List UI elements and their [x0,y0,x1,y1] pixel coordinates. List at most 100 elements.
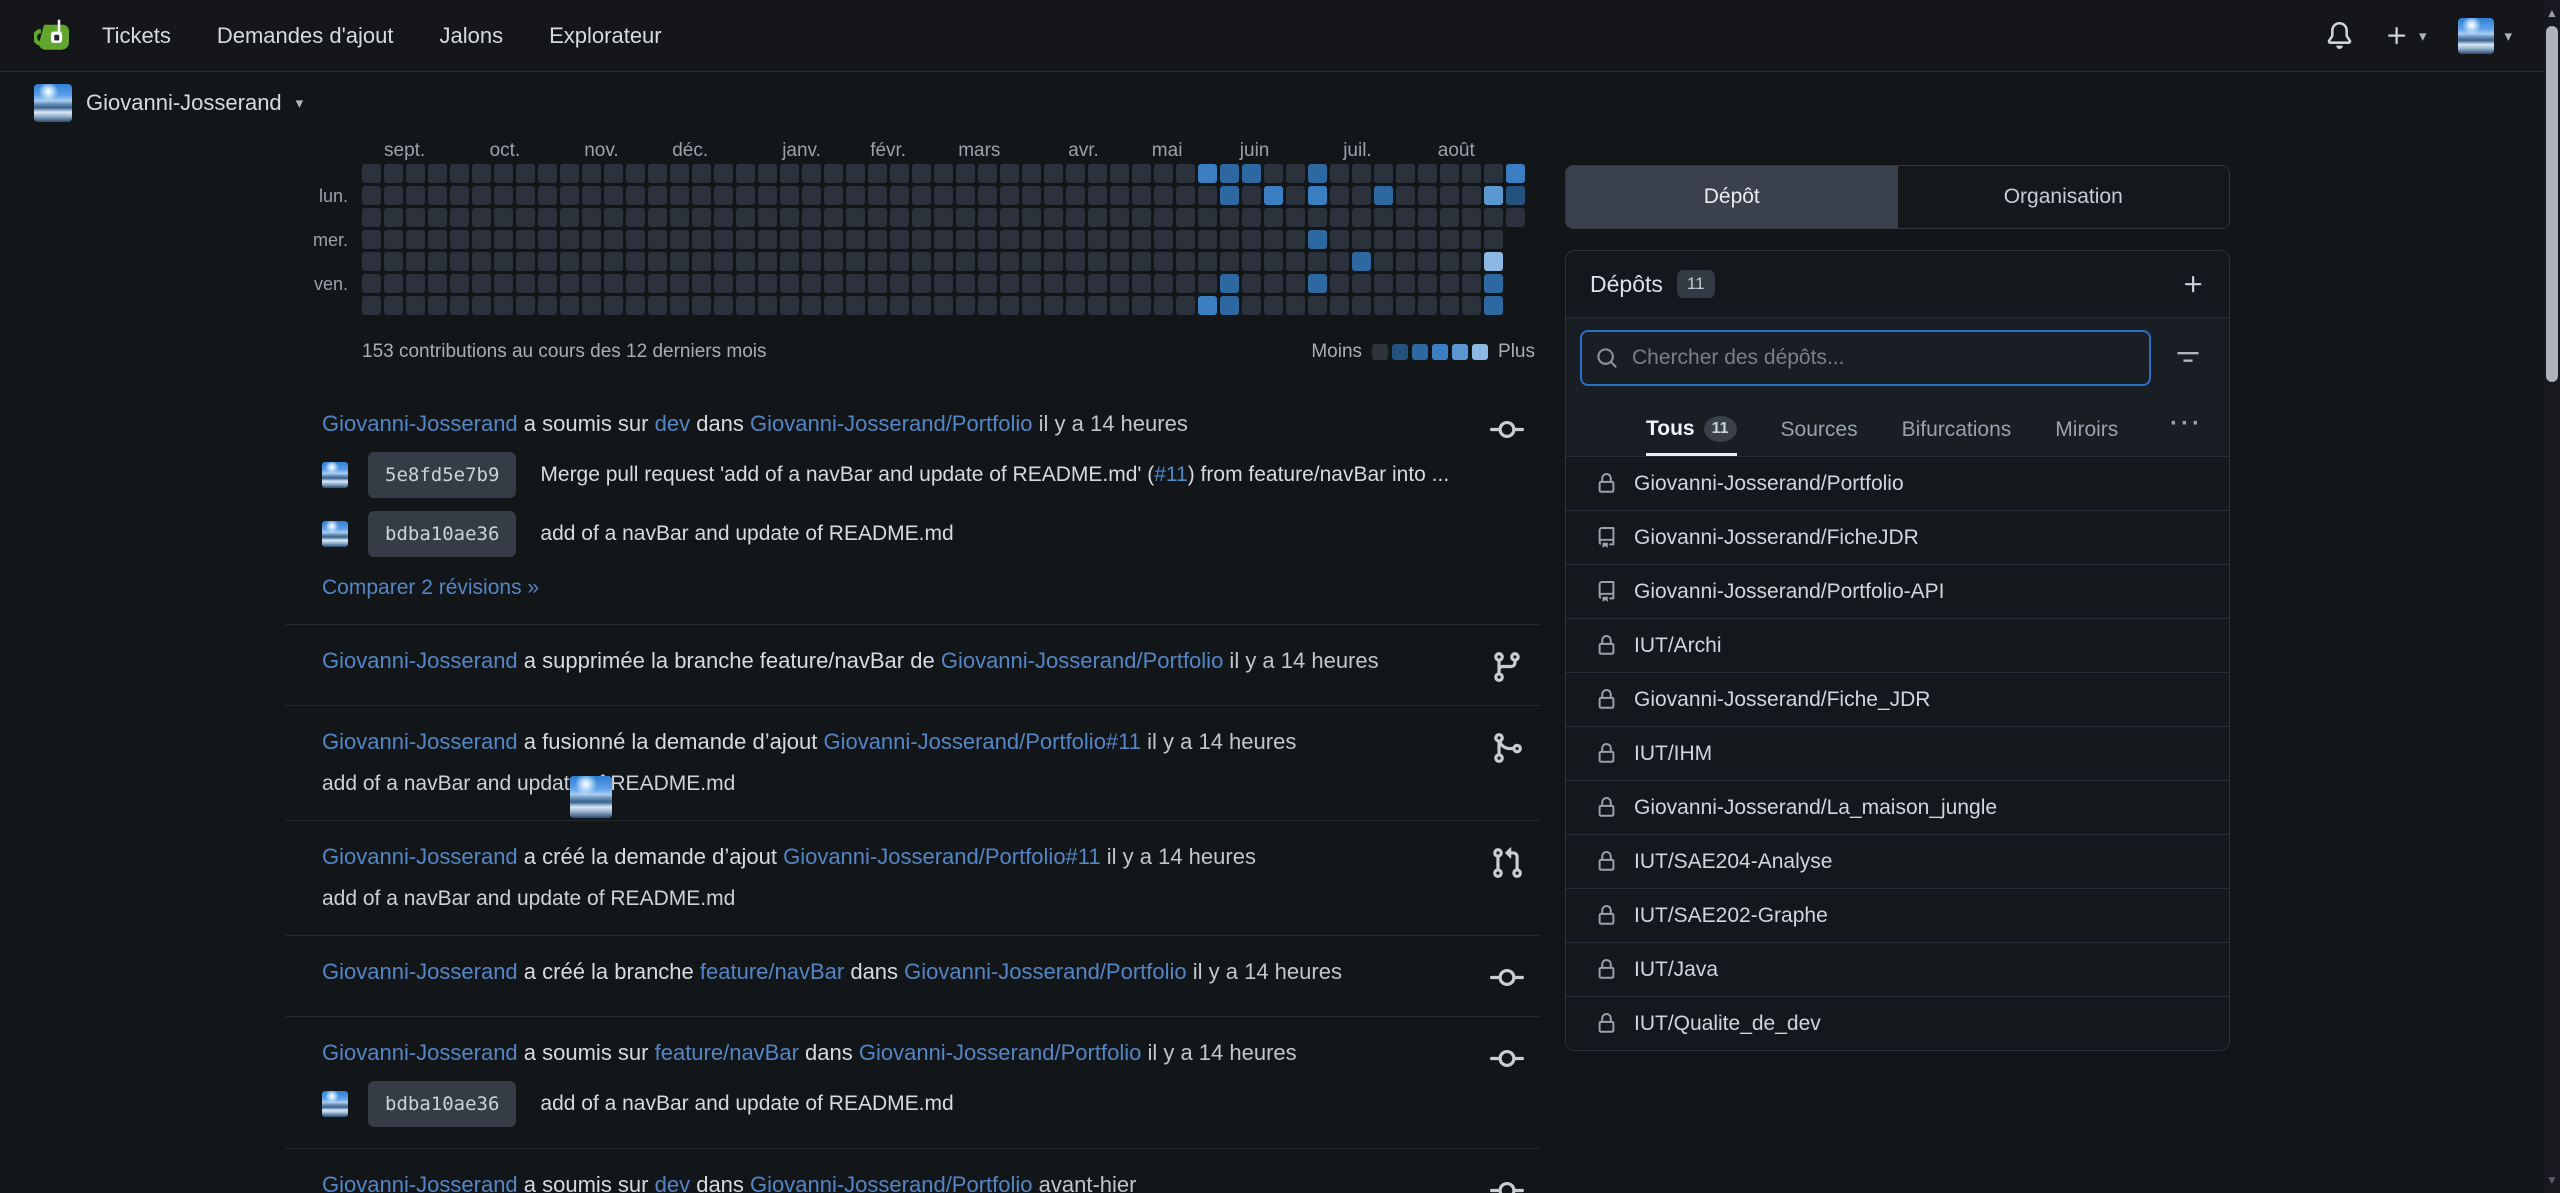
heatmap-cell[interactable] [1000,208,1019,227]
heatmap-cell[interactable] [1330,230,1349,249]
heatmap-cell[interactable] [1176,208,1195,227]
heatmap-cell[interactable] [956,186,975,205]
heatmap-cell[interactable] [714,252,733,271]
heatmap-cell[interactable] [692,230,711,249]
heatmap-cell[interactable] [780,252,799,271]
heatmap-cell[interactable] [1396,296,1415,315]
user-link[interactable]: Giovanni-Josserand [322,648,518,673]
user-link[interactable]: Giovanni-Josserand [322,729,518,754]
user-link[interactable]: Giovanni-Josserand [322,1040,518,1065]
heatmap-cell[interactable] [1154,164,1173,183]
heatmap-cell[interactable] [1044,230,1063,249]
heatmap-cell[interactable] [538,164,557,183]
heatmap-cell[interactable] [384,164,403,183]
heatmap-cell[interactable] [450,230,469,249]
heatmap-cell[interactable] [626,274,645,293]
heatmap-cell[interactable] [1220,208,1239,227]
heatmap-cell[interactable] [670,274,689,293]
heatmap-cell[interactable] [1132,164,1151,183]
commit-sha-badge[interactable]: bdba10ae36 [368,1081,516,1127]
heatmap-cell[interactable] [1352,252,1371,271]
heatmap-cell[interactable] [428,186,447,205]
heatmap-cell[interactable] [736,252,755,271]
heatmap-cell[interactable] [1088,208,1107,227]
heatmap-cell[interactable] [1396,186,1415,205]
heatmap-cell[interactable] [956,208,975,227]
heatmap-cell[interactable] [1000,230,1019,249]
heatmap-cell[interactable] [1198,274,1217,293]
heatmap-cell[interactable] [538,252,557,271]
heatmap-cell[interactable] [516,274,535,293]
heatmap-cell[interactable] [406,164,425,183]
heatmap-cell[interactable] [472,230,491,249]
heatmap-cell[interactable] [1242,186,1261,205]
heatmap-cell[interactable] [934,208,953,227]
heatmap-cell[interactable] [934,296,953,315]
heatmap-cell[interactable] [1484,230,1503,249]
ref-link[interactable]: dev [655,411,690,436]
heatmap-cell[interactable] [802,230,821,249]
heatmap-cell[interactable] [1396,252,1415,271]
heatmap-cell[interactable] [362,164,381,183]
heatmap-cell[interactable] [516,164,535,183]
user-link[interactable]: Giovanni-Josserand [322,844,518,869]
heatmap-cell[interactable] [1110,186,1129,205]
heatmap-cell[interactable] [1154,274,1173,293]
heatmap-cell[interactable] [1088,230,1107,249]
heatmap-cell[interactable] [802,164,821,183]
heatmap-cell[interactable] [934,252,953,271]
heatmap-cell[interactable] [1506,164,1525,183]
heatmap-cell[interactable] [1242,296,1261,315]
heatmap-cell[interactable] [1242,274,1261,293]
heatmap-cell[interactable] [406,186,425,205]
panel-tab-d-p-t[interactable]: Dépôt [1566,166,1898,228]
heatmap-cell[interactable] [1484,252,1503,271]
heatmap-cell[interactable] [1418,164,1437,183]
heatmap-cell[interactable] [824,252,843,271]
heatmap-cell[interactable] [406,208,425,227]
heatmap-cell[interactable] [428,230,447,249]
heatmap-cell[interactable] [1330,296,1349,315]
user-link[interactable]: Giovanni-Josserand/Portfolio [750,1172,1032,1193]
panel-tab-organisation[interactable]: Organisation [1898,166,2230,228]
heatmap-cell[interactable] [1066,208,1085,227]
heatmap-cell[interactable] [362,208,381,227]
heatmap-cell[interactable] [1484,208,1503,227]
repo-list-item[interactable]: Giovanni-Josserand/FicheJDR [1566,510,2229,564]
heatmap-cell[interactable] [560,252,579,271]
heatmap-cell[interactable] [1264,296,1283,315]
heatmap-cell[interactable] [1440,252,1459,271]
heatmap-cell[interactable] [406,230,425,249]
heatmap-cell[interactable] [1264,208,1283,227]
heatmap-cell[interactable] [472,274,491,293]
notifications-bell-icon[interactable] [2326,22,2353,49]
heatmap-cell[interactable] [1242,230,1261,249]
heatmap-cell[interactable] [1308,252,1327,271]
heatmap-cell[interactable] [450,252,469,271]
heatmap-cell[interactable] [1352,296,1371,315]
heatmap-cell[interactable] [868,230,887,249]
heatmap-cell[interactable] [890,296,909,315]
heatmap-cell[interactable] [1308,186,1327,205]
heatmap-cell[interactable] [516,208,535,227]
heatmap-cell[interactable] [824,274,843,293]
heatmap-cell[interactable] [648,208,667,227]
scrollbar-thumb[interactable] [2546,26,2558,382]
user-link[interactable]: Giovanni-Josserand/Portfolio [941,648,1223,673]
heatmap-cell[interactable] [1176,164,1195,183]
heatmap-cell[interactable] [846,252,865,271]
heatmap-cell[interactable] [1110,230,1129,249]
heatmap-cell[interactable] [1396,274,1415,293]
heatmap-cell[interactable] [846,186,865,205]
repo-list-item[interactable]: Giovanni-Josserand/Portfolio-API [1566,564,2229,618]
heatmap-cell[interactable] [1286,252,1305,271]
heatmap-cell[interactable] [384,186,403,205]
heatmap-cell[interactable] [1462,274,1481,293]
user-link[interactable]: Giovanni-Josserand [322,1172,518,1193]
heatmap-cell[interactable] [1242,252,1261,271]
heatmap-cell[interactable] [890,208,909,227]
heatmap-cell[interactable] [890,252,909,271]
heatmap-cell[interactable] [1352,186,1371,205]
heatmap-cell[interactable] [1066,164,1085,183]
repo-list-item[interactable]: IUT/IHM [1566,726,2229,780]
